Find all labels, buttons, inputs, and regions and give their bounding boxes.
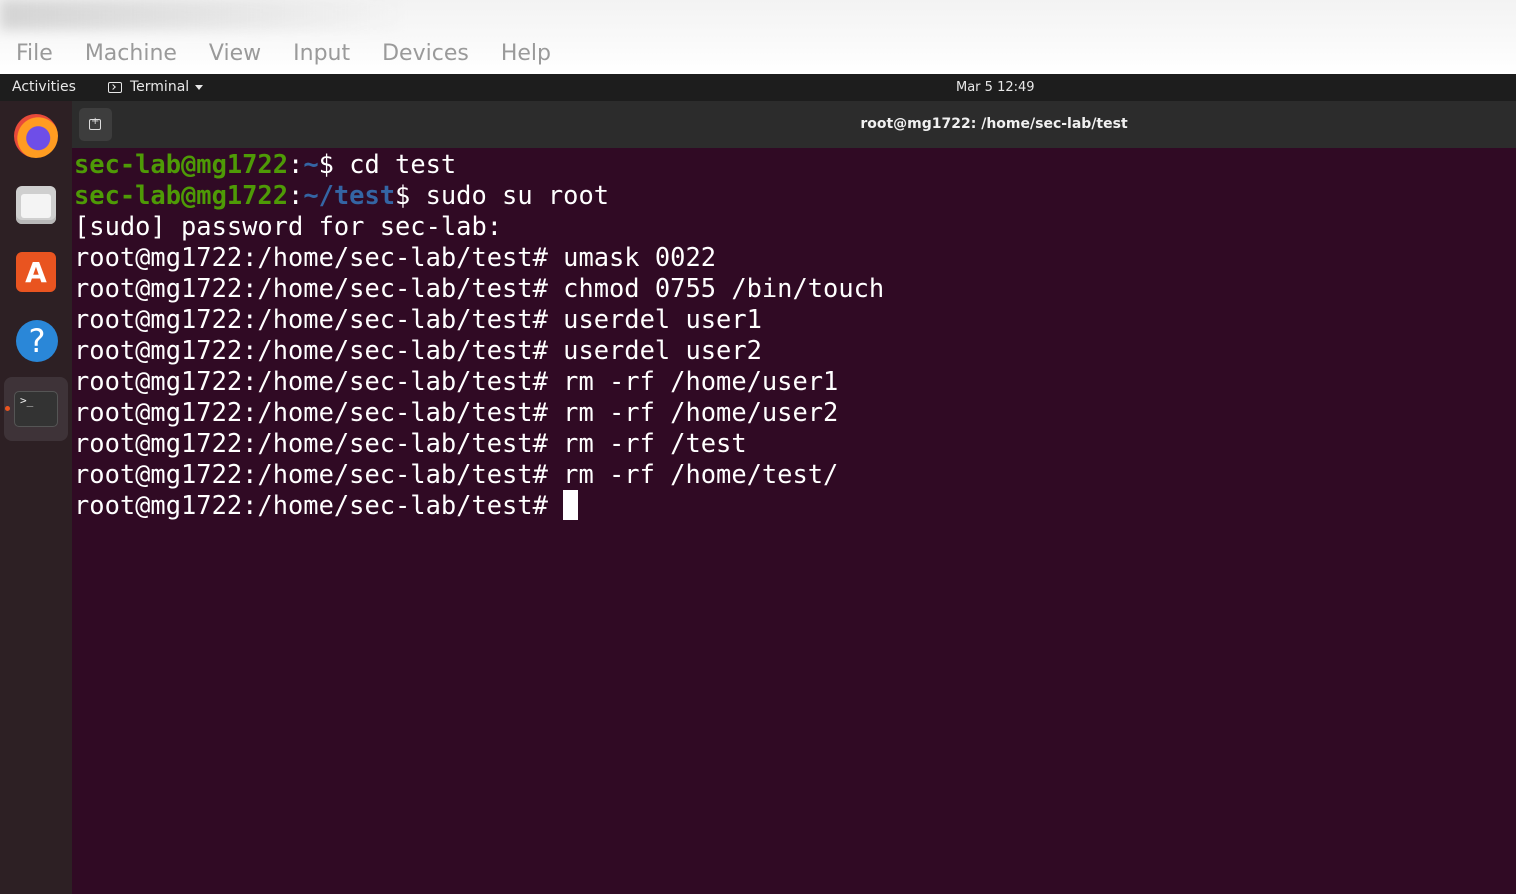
terminal-line: root@mg1722:/home/sec-lab/test# rm -rf /… <box>74 459 839 489</box>
terminal-line: root@mg1722:/home/sec-lab/test# chmod 07… <box>74 273 885 303</box>
terminal-line: sec-lab@mg1722:~/test$ sudo su root <box>74 180 609 211</box>
host-menu-machine[interactable]: Machine <box>85 40 177 68</box>
prompt-symbol: $ <box>318 149 350 179</box>
host-menu-help[interactable]: Help <box>501 40 551 68</box>
running-indicator <box>5 406 10 411</box>
blurred-host-titlebar <box>0 0 400 30</box>
host-menu-devices[interactable]: Devices <box>382 40 469 68</box>
dock-item-software[interactable]: A <box>4 240 68 304</box>
terminal-line: sec-lab@mg1722:~$ cd test <box>74 149 456 180</box>
vm-host-menubar: File Machine View Input Devices Help <box>0 0 1516 74</box>
prompt-path: ~/test <box>303 180 396 210</box>
terminal-line: root@mg1722:/home/sec-lab/test# userdel … <box>74 304 762 334</box>
command-text: sudo su root <box>425 180 610 210</box>
terminal-line: root@mg1722:/home/sec-lab/test# rm -rf /… <box>74 397 839 427</box>
dock-item-firefox[interactable] <box>4 104 68 168</box>
host-menu-input[interactable]: Input <box>293 40 350 68</box>
app-menu-label: Terminal <box>130 79 190 95</box>
activities-button[interactable]: Activities <box>12 74 76 101</box>
app-menu-terminal[interactable]: Terminal <box>108 74 204 101</box>
terminal-small-icon <box>108 82 122 93</box>
terminal-line: root@mg1722:/home/sec-lab/test# rm -rf /… <box>74 366 839 396</box>
current-prompt: root@mg1722:/home/sec-lab/test# <box>74 490 564 520</box>
terminal-line: root@mg1722:/home/sec-lab/test# umask 00… <box>74 242 717 272</box>
terminal-line: root@mg1722:/home/sec-lab/test# userdel … <box>74 335 762 365</box>
host-menu-view[interactable]: View <box>209 40 261 68</box>
prompt-symbol: $ <box>395 180 426 210</box>
chevron-down-icon <box>195 85 204 90</box>
prompt-path: ~ <box>303 149 319 179</box>
dock-item-files[interactable] <box>4 172 68 236</box>
prompt-separator: : <box>288 149 304 179</box>
firefox-icon <box>14 114 58 158</box>
gnome-top-bar: Activities Terminal Mar 5 12:49 <box>0 74 1516 101</box>
prompt-user: sec-lab@mg1722 <box>74 149 289 179</box>
terminal-line: root@mg1722:/home/sec-lab/test# rm -rf /… <box>74 428 747 458</box>
prompt-separator: : <box>288 180 304 210</box>
terminal-output[interactable]: sec-lab@mg1722:~$ cd test sec-lab@mg1722… <box>72 148 1516 894</box>
host-menu-file[interactable]: File <box>16 40 53 68</box>
software-icon: A <box>16 252 56 292</box>
help-icon: ? <box>16 320 58 362</box>
text-cursor <box>563 490 579 520</box>
clock[interactable]: Mar 5 12:49 <box>956 74 1035 101</box>
files-icon <box>16 186 56 224</box>
terminal-headerbar: root@mg1722: /home/sec-lab/test <box>72 101 1516 148</box>
window-title: root@mg1722: /home/sec-lab/test <box>860 116 1128 132</box>
dock-item-terminal[interactable]: >_ <box>4 377 68 441</box>
dock-item-help[interactable]: ? <box>4 308 68 372</box>
prompt-user: sec-lab@mg1722 <box>74 180 289 210</box>
dock: A ? >_ <box>0 101 72 894</box>
terminal-line: [sudo] password for sec-lab: <box>74 211 503 241</box>
command-text: cd test <box>349 149 457 179</box>
vm-host-menu: File Machine View Input Devices Help <box>0 40 567 68</box>
terminal-line: root@mg1722:/home/sec-lab/test# <box>74 490 579 521</box>
terminal-icon: >_ <box>14 391 58 427</box>
